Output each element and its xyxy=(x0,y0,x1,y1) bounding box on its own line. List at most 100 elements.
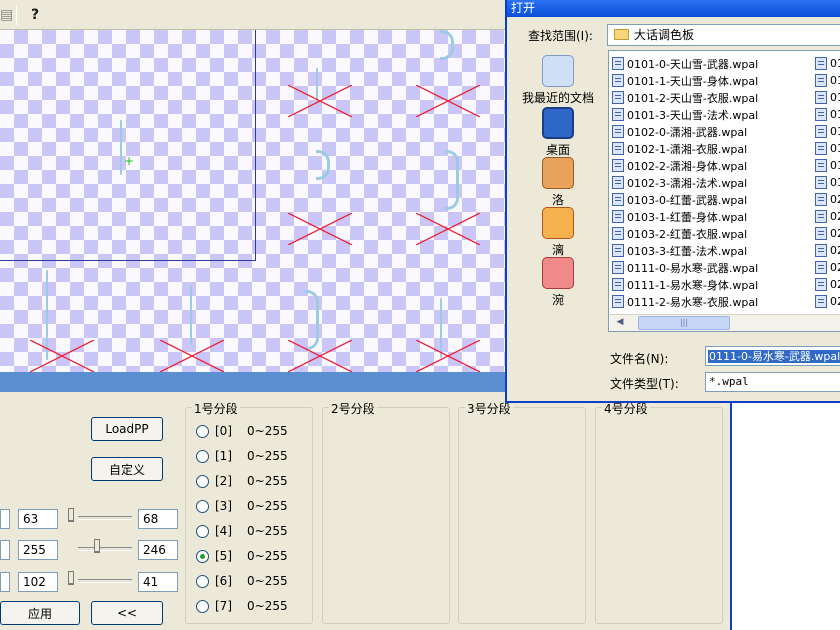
file-item[interactable]: 02 xyxy=(815,276,840,293)
file-item[interactable]: 0103-0-红蕾-武器.wpal xyxy=(612,191,812,208)
file-item[interactable]: 02 xyxy=(815,293,840,310)
anchor-marker xyxy=(416,340,480,372)
radio-button[interactable] xyxy=(196,574,209,588)
file-item[interactable]: 02 xyxy=(815,259,840,276)
row1-right-value[interactable]: 68 xyxy=(138,509,178,529)
row2-right-value[interactable]: 246 xyxy=(138,540,178,560)
file-icon xyxy=(612,295,624,308)
file-list[interactable]: 0101-0-天山雪-武器.wpal 0101-1-天山雪-身体.wpal 01… xyxy=(608,50,840,332)
row2-left-value[interactable]: 255 xyxy=(18,540,58,560)
segment-option-0[interactable]: [0] 0~255 xyxy=(196,422,306,440)
file-item[interactable]: 0103-3-红蕾-法术.wpal xyxy=(612,242,812,259)
look-in-dropdown[interactable]: 大话调色板 xyxy=(607,24,840,46)
file-item[interactable]: 0111-1-易水寒-身体.wpal xyxy=(612,276,812,293)
slider-thumb[interactable] xyxy=(68,508,74,522)
question-icon[interactable]: ? xyxy=(26,6,44,24)
anchor-marker xyxy=(416,213,480,245)
apply-button[interactable]: 应用 xyxy=(0,601,80,625)
row3-left-value[interactable]: 102 xyxy=(18,572,58,592)
file-item[interactable]: 01 xyxy=(815,55,840,72)
file-item[interactable]: 02 xyxy=(815,208,840,225)
slider-thumb[interactable] xyxy=(94,539,100,553)
file-icon xyxy=(815,244,827,257)
file-icon xyxy=(612,159,624,172)
file-item[interactable]: 02 xyxy=(815,225,840,242)
file-item[interactable]: 0102-3-潇湘-法术.wpal xyxy=(612,174,812,191)
scrollbar-thumb[interactable]: ||| xyxy=(638,316,730,330)
file-icon xyxy=(612,142,624,155)
radio-button[interactable] xyxy=(196,449,209,463)
file-name: 0101-0-天山雪-武器.wpal xyxy=(627,57,759,71)
row3-right-value[interactable]: 41 xyxy=(138,572,178,592)
file-item[interactable]: 0102-0-潇湘-武器.wpal xyxy=(612,123,812,140)
scroll-icon xyxy=(542,157,574,189)
radio-button[interactable] xyxy=(196,499,209,513)
file-item[interactable]: 01 xyxy=(815,157,840,174)
file-name: 0111-2-易水寒-衣服.wpal xyxy=(627,295,759,309)
radio-button[interactable] xyxy=(196,424,209,438)
file-name: 0103-2-红蕾-衣服.wpal xyxy=(627,227,748,241)
file-item[interactable]: 01 xyxy=(815,140,840,157)
slider-thumb[interactable] xyxy=(68,571,74,585)
scroll-left-icon[interactable]: ◀ xyxy=(612,315,628,330)
segment-option-6[interactable]: [6] 0~255 xyxy=(196,572,306,590)
file-item[interactable]: 0101-3-天山雪-法术.wpal xyxy=(612,106,812,123)
segment-option-7[interactable]: [7] 0~255 xyxy=(196,597,306,615)
row1-prefix-field[interactable] xyxy=(0,509,10,529)
filetype-dropdown[interactable]: *.wpal xyxy=(705,372,840,392)
file-name: 01 xyxy=(830,74,840,87)
file-item[interactable]: 0101-0-天山雪-武器.wpal xyxy=(612,55,812,72)
custom-button[interactable]: 自定义 xyxy=(91,457,163,481)
file-item[interactable]: 0111-2-易水寒-衣服.wpal xyxy=(612,293,812,310)
segment-option-5[interactable]: [5] 0~255 xyxy=(196,547,306,565)
sprite-canvas[interactable]: + xyxy=(0,30,520,372)
row2-prefix-field[interactable] xyxy=(0,540,10,560)
file-icon xyxy=(612,57,624,70)
row1-slider[interactable] xyxy=(64,508,132,530)
places-item-4[interactable]: 漓 xyxy=(515,207,601,258)
row2-slider[interactable] xyxy=(64,539,132,561)
dialog-title[interactable]: 打开 xyxy=(507,0,840,17)
file-item[interactable]: 0102-2-潇湘-身体.wpal xyxy=(612,157,812,174)
file-item[interactable]: 0101-2-天山雪-衣服.wpal xyxy=(612,89,812,106)
segment-option-3[interactable]: [3] 0~255 xyxy=(196,497,306,515)
filename-input[interactable]: 0111-0-易水寒-武器.wpal xyxy=(705,346,840,366)
horizontal-scrollbar[interactable]: ◀ ||| xyxy=(610,314,840,331)
file-name: 0102-0-潇湘-武器.wpal xyxy=(627,125,748,139)
segment-option-2[interactable]: [2] 0~255 xyxy=(196,472,306,490)
places-item-5[interactable]: 涴 xyxy=(515,257,601,308)
segment-option-4[interactable]: [4] 0~255 xyxy=(196,522,306,540)
back-button[interactable]: << xyxy=(91,601,163,625)
file-name: 0101-1-天山雪-身体.wpal xyxy=(627,74,759,88)
radio-button-selected[interactable] xyxy=(196,549,209,563)
file-column-2: 01 01 01 01 01 01 01 01 02 02 02 02 02 0… xyxy=(815,55,840,310)
radio-button[interactable] xyxy=(196,474,209,488)
save-icon[interactable]: ▤ xyxy=(0,6,13,24)
places-item-3[interactable]: 洛 xyxy=(515,157,601,208)
file-item[interactable]: 01 xyxy=(815,174,840,191)
file-item[interactable]: 0101-1-天山雪-身体.wpal xyxy=(612,72,812,89)
places-recent-documents[interactable]: 我最近的文档 xyxy=(515,55,601,106)
radio-button[interactable] xyxy=(196,599,209,613)
file-item[interactable]: 02 xyxy=(815,191,840,208)
load-pp-button[interactable]: LoadPP xyxy=(91,417,163,441)
segment-option-1[interactable]: [1] 0~255 xyxy=(196,447,306,465)
places-desktop[interactable]: 桌面 xyxy=(515,107,601,158)
row3-prefix-field[interactable] xyxy=(0,572,10,592)
file-item[interactable]: 02 xyxy=(815,242,840,259)
file-item[interactable]: 01 xyxy=(815,106,840,123)
file-item[interactable]: 0111-0-易水寒-武器.wpal xyxy=(612,259,812,276)
file-item[interactable]: 0102-1-潇湘-衣服.wpal xyxy=(612,140,812,157)
row3-slider[interactable] xyxy=(64,571,132,593)
file-item[interactable]: 01 xyxy=(815,89,840,106)
file-item[interactable]: 01 xyxy=(815,123,840,140)
file-name: 01 xyxy=(830,176,840,189)
file-icon xyxy=(612,210,624,223)
row1-left-value[interactable]: 63 xyxy=(18,509,58,529)
radio-button[interactable] xyxy=(196,524,209,538)
file-name: 01 xyxy=(830,125,840,138)
file-item[interactable]: 0103-2-红蕾-衣服.wpal xyxy=(612,225,812,242)
file-item[interactable]: 01 xyxy=(815,72,840,89)
file-item[interactable]: 0103-1-红蕾-身体.wpal xyxy=(612,208,812,225)
anchor-marker xyxy=(288,340,352,372)
